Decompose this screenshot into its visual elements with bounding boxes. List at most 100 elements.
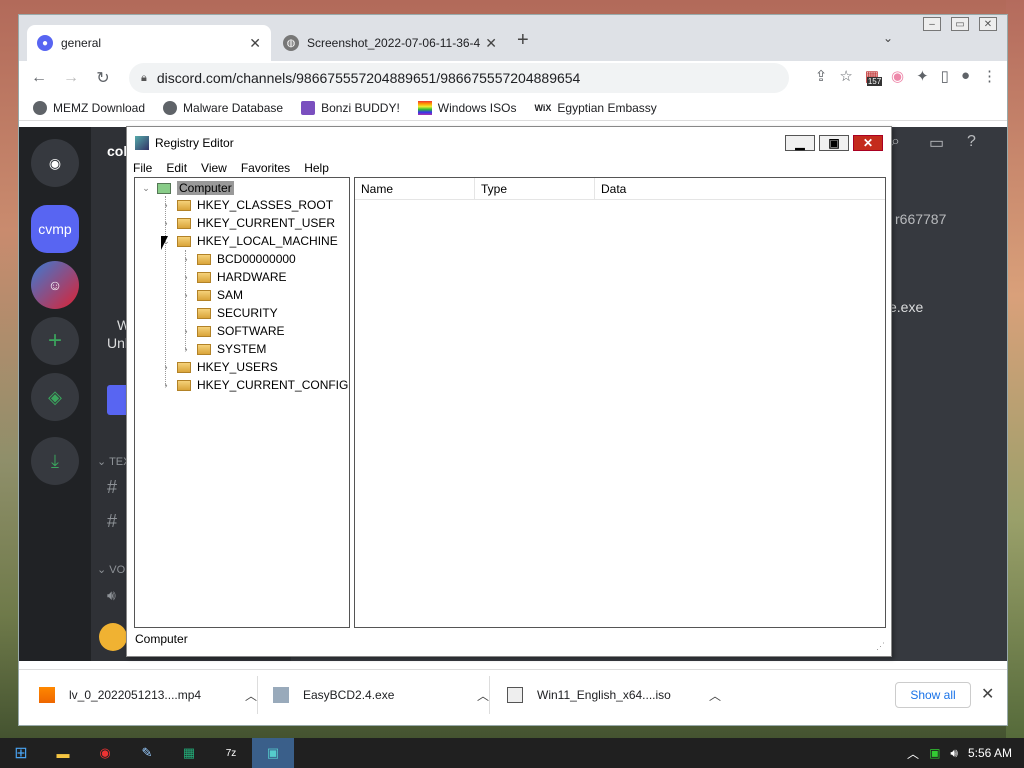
expand-icon[interactable]: ›	[181, 272, 191, 282]
tab-strip: ● general ✕ ◍ Screenshot_2022-07-06-11-3…	[19, 15, 1007, 61]
bookmark-windows-isos[interactable]: Windows ISOs	[417, 100, 516, 115]
expand-icon[interactable]: ›	[181, 326, 191, 336]
menu-view[interactable]: View	[201, 161, 227, 175]
tree-node-sam[interactable]: › SAM	[181, 286, 244, 304]
column-name[interactable]: Name	[355, 178, 475, 200]
status-bar: Computer	[135, 632, 188, 646]
tree-node-hardware[interactable]: › HARDWARE	[181, 268, 287, 286]
file-explorer-icon[interactable]: ▬	[42, 738, 84, 768]
help-icon[interactable]: ?	[967, 133, 976, 151]
chevron-up-icon[interactable]: ︿	[245, 687, 257, 704]
address-bar[interactable]: 🔒︎ discord.com/channels/9866755572048896…	[129, 63, 789, 93]
close-icon[interactable]: ✕	[485, 35, 497, 52]
clock[interactable]: 5:56 AM	[968, 746, 1012, 760]
profile-icon[interactable]: ●	[961, 67, 970, 85]
bookmark-memz[interactable]: MEMZ Download	[33, 100, 145, 115]
menu-favorites[interactable]: Favorites	[241, 161, 290, 175]
tab-screenshot[interactable]: ◍ Screenshot_2022-07-06-11-36-4 ✕	[273, 25, 507, 61]
tree-node-hkcu[interactable]: › HKEY_CURRENT_USER	[161, 214, 336, 232]
expand-icon[interactable]: ›	[181, 344, 191, 354]
chrome-icon[interactable]: ◉	[84, 738, 126, 768]
menu-icon[interactable]: ⋮	[982, 67, 997, 85]
tray-chevron-icon[interactable]: ︿	[907, 745, 919, 762]
search-icon[interactable]: ⌕	[891, 133, 900, 151]
resize-grip-icon[interactable]: ⋰	[876, 641, 885, 652]
tree-node-hklm[interactable]: ⌄ HKEY_LOCAL_MACHINE	[161, 232, 338, 250]
new-tab-button[interactable]: +	[517, 29, 529, 52]
menu-bar: File Edit View Favorites Help	[133, 159, 329, 177]
back-button[interactable]: ←	[23, 69, 55, 87]
close-icon[interactable]: ✕	[981, 684, 994, 704]
extension-badge-icon[interactable]: ▦157	[865, 67, 883, 86]
expand-icon[interactable]: ›	[161, 218, 171, 228]
maximize-button[interactable]: ▭	[951, 17, 969, 31]
inbox-icon[interactable]: ▭	[929, 133, 944, 153]
flag-extension-icon[interactable]: ◉	[891, 67, 904, 85]
chevron-up-icon[interactable]: ︿	[477, 687, 489, 704]
expand-icon[interactable]: ›	[181, 254, 191, 264]
network-icon[interactable]: ▣	[929, 746, 940, 760]
collapse-icon[interactable]: ⌄	[141, 183, 151, 194]
channel-hash-icon[interactable]: #	[107, 511, 117, 532]
puzzle-icon[interactable]: ✦	[916, 67, 929, 85]
window-title: Registry Editor	[155, 136, 234, 150]
channel-hash-icon[interactable]: #	[107, 477, 117, 498]
discord-home-icon[interactable]: ◉	[31, 139, 79, 187]
close-button[interactable]: ✕	[853, 135, 883, 151]
chevron-up-icon[interactable]: ︿	[709, 687, 721, 704]
share-icon[interactable]: ⇪	[815, 67, 828, 85]
menu-file[interactable]: File	[133, 161, 152, 175]
value-list: Name Type Data	[354, 177, 886, 628]
tree-node-bcd[interactable]: › BCD00000000	[181, 250, 296, 268]
tree-node-software[interactable]: › SOFTWARE	[181, 322, 285, 340]
start-button[interactable]: ⊞	[0, 738, 42, 768]
title-bar[interactable]: Registry Editor ▁ ▣ ✕	[127, 127, 891, 159]
chevron-down-icon[interactable]: ⌄	[883, 31, 893, 45]
close-icon[interactable]: ✕	[249, 35, 261, 52]
expand-icon[interactable]: ›	[161, 380, 171, 390]
expand-icon[interactable]: ›	[181, 290, 191, 300]
download-item-exe[interactable]: EasyBCD2.4.exe ︿	[273, 670, 495, 720]
minimize-button[interactable]: ▁	[785, 135, 815, 151]
download-icon[interactable]: ⤓	[31, 437, 79, 485]
server-cvmp[interactable]: cvmp	[31, 205, 79, 253]
globe-icon	[33, 100, 47, 115]
tree-node-hkcr[interactable]: › HKEY_CLASSES_ROOT	[161, 196, 334, 214]
user-avatar[interactable]	[99, 623, 127, 651]
server-avatar[interactable]: ☺	[31, 261, 79, 309]
tree-node-security[interactable]: SECURITY	[181, 304, 278, 322]
bookmark-malware-database[interactable]: Malware Database	[163, 100, 283, 115]
tree-node-hku[interactable]: › HKEY_USERS	[161, 358, 278, 376]
expand-icon[interactable]: ›	[161, 362, 171, 372]
tab-general[interactable]: ● general ✕	[27, 25, 271, 61]
sidepanel-icon[interactable]: ▯	[941, 67, 949, 85]
7zip-icon[interactable]: 7z	[210, 738, 252, 768]
maximize-button[interactable]: ▣	[819, 135, 849, 151]
speaker-icon[interactable]: 🔊︎	[107, 587, 116, 604]
column-type[interactable]: Type	[475, 178, 595, 200]
category-voice[interactable]: ⌄ VO	[97, 563, 125, 576]
forward-button[interactable]: →	[55, 69, 87, 87]
excel-icon[interactable]: ▦	[168, 738, 210, 768]
star-icon[interactable]: ☆	[839, 67, 852, 85]
download-item-iso[interactable]: Win11_English_x64....iso ︿	[507, 670, 733, 720]
paint-icon[interactable]: ✎	[126, 738, 168, 768]
bookmark-bonzi[interactable]: Bonzi BUDDY!	[301, 100, 400, 115]
tree-node-computer[interactable]: ⌄ Computer	[141, 179, 234, 197]
regedit-taskbar-icon[interactable]: ▣	[252, 738, 294, 768]
close-button[interactable]: ✕	[979, 17, 997, 31]
expand-icon[interactable]: ›	[161, 200, 171, 210]
menu-edit[interactable]: Edit	[166, 161, 187, 175]
add-server-icon[interactable]: +	[31, 317, 79, 365]
bookmark-egyptian-embassy[interactable]: WiX Egyptian Embassy	[534, 101, 656, 115]
column-data[interactable]: Data	[595, 178, 885, 200]
volume-icon[interactable]: 🔊︎	[950, 746, 958, 761]
download-item-mp4[interactable]: lv_0_2022051213....mp4 ︿	[39, 670, 265, 720]
show-all-button[interactable]: Show all	[895, 682, 971, 708]
tree-node-system[interactable]: › SYSTEM	[181, 340, 267, 358]
tree-node-hkcc[interactable]: › HKEY_CURRENT_CONFIG	[161, 376, 349, 394]
explore-compass-icon[interactable]: ◈	[31, 373, 79, 421]
menu-help[interactable]: Help	[304, 161, 329, 175]
minimize-button[interactable]: –	[923, 17, 941, 31]
reload-button[interactable]: ↻	[87, 68, 119, 88]
